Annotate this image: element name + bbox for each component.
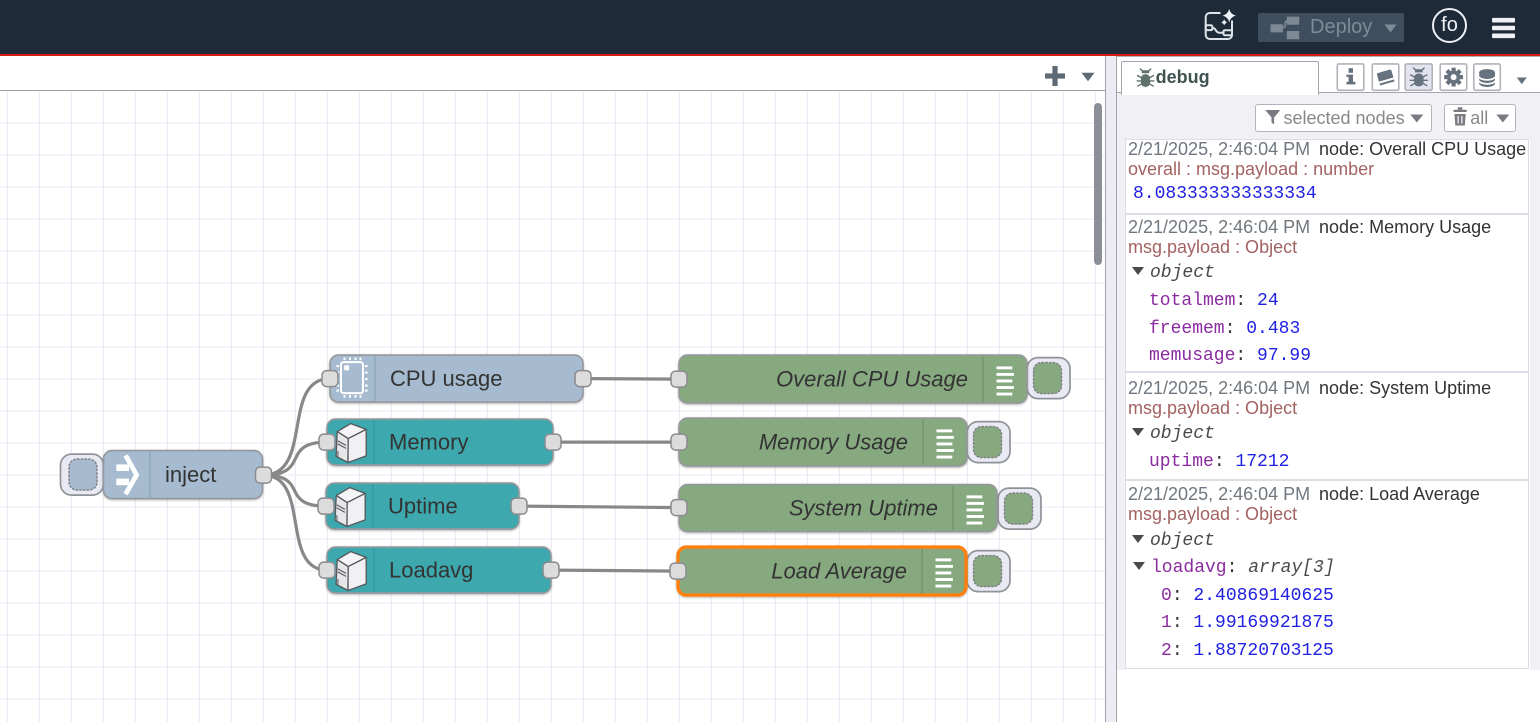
svg-text:Memory: Memory	[389, 429, 468, 454]
svg-text:inject: inject	[165, 462, 216, 487]
svg-text:CPU usage: CPU usage	[390, 366, 503, 391]
svg-text:System Uptime: System Uptime	[789, 495, 938, 520]
svg-text:Memory Usage: Memory Usage	[759, 429, 908, 454]
svg-text:selected nodes: selected nodes	[1283, 108, 1404, 128]
svg-text:Uptime: Uptime	[388, 493, 458, 518]
svg-text:Load Average: Load Average	[771, 558, 907, 583]
svg-text:Overall CPU Usage: Overall CPU Usage	[776, 366, 968, 391]
svg-text:Loadavg: Loadavg	[389, 557, 473, 582]
svg-text:all: all	[1470, 108, 1488, 128]
